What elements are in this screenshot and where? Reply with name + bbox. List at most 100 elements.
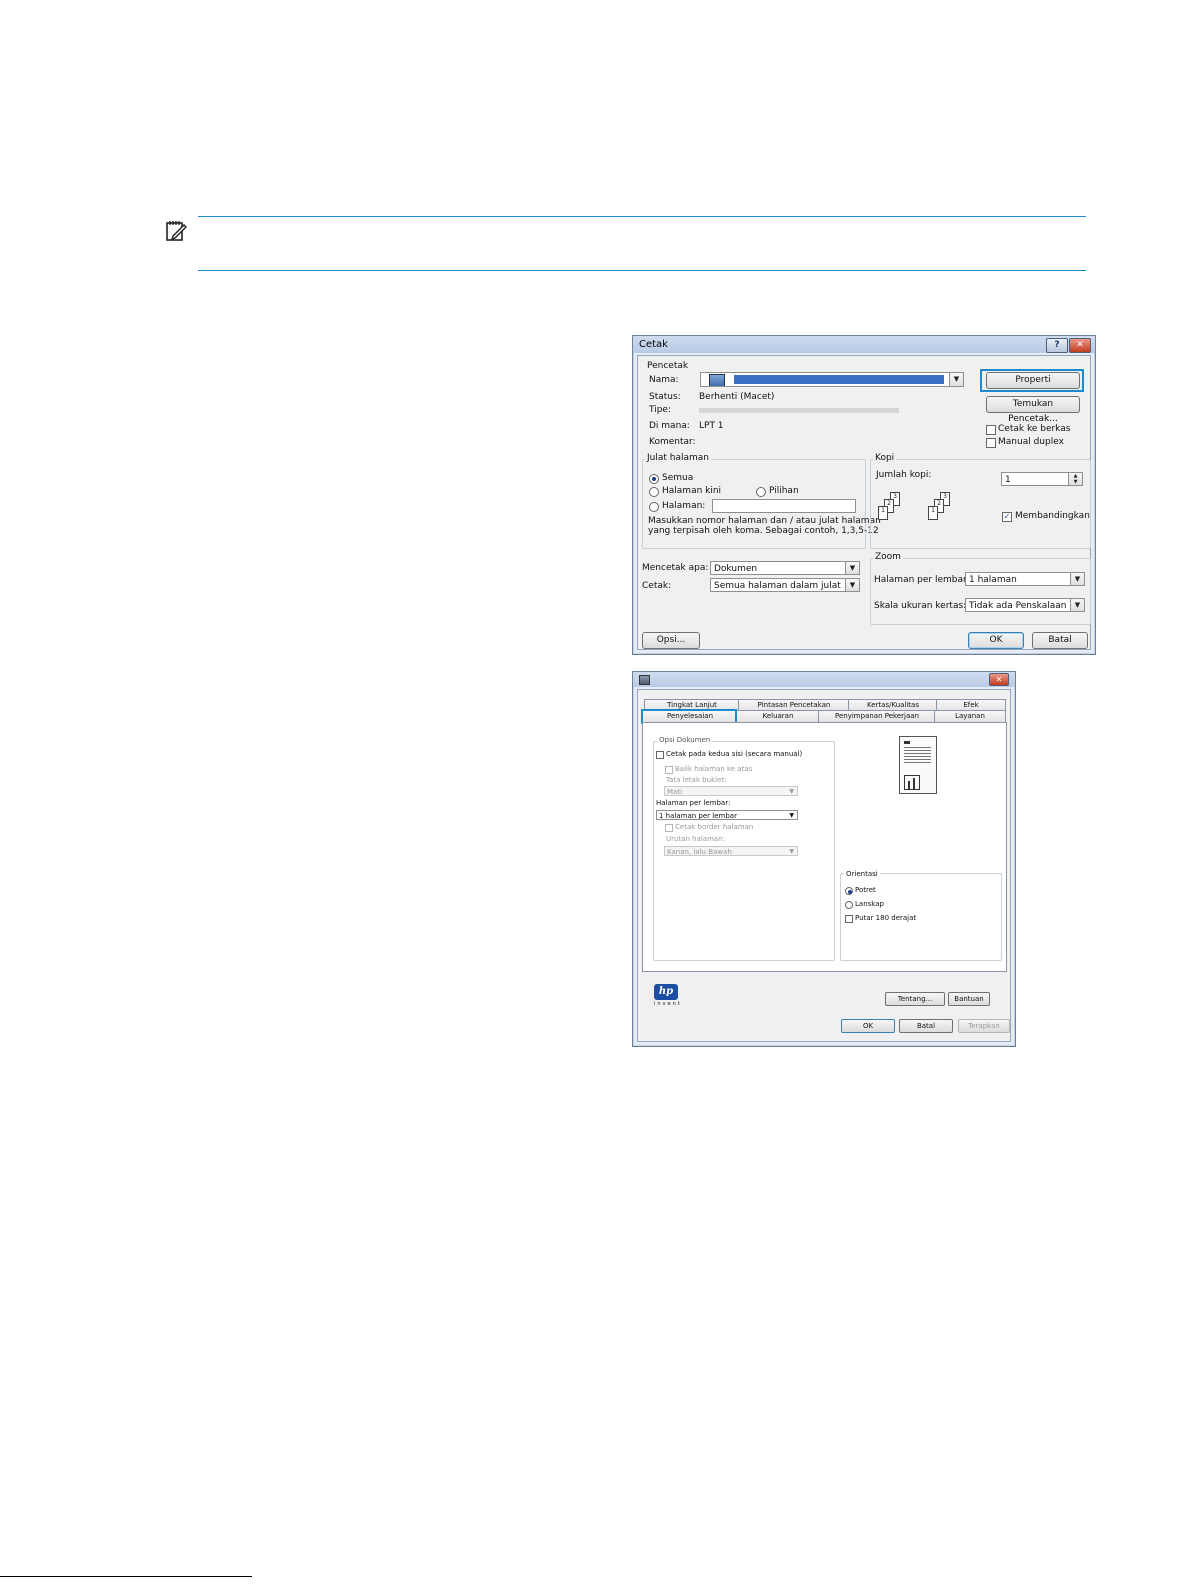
help-icon[interactable]: ? [1046, 338, 1068, 353]
rotate-180-checkbox[interactable] [845, 915, 853, 923]
print-dialog-body: Pencetak Nama: ▼ Properti Status: Berhen… [637, 355, 1091, 650]
pages-per-sheet-select[interactable]: 1 halaman ▼ [965, 572, 1085, 586]
range-selection-radio[interactable] [756, 487, 766, 497]
printer-type-value [699, 408, 899, 413]
spin-arrows-icon[interactable]: ▲ ▼ [1068, 473, 1082, 485]
ok-button[interactable]: OK [968, 632, 1024, 649]
page-borders-label: Cetak border halaman [675, 823, 754, 831]
printer-group-label: Pencetak [647, 361, 689, 371]
print-what-value: Dokumen [714, 564, 758, 574]
print-what-label: Mencetak apa: [642, 563, 709, 573]
range-pages-input[interactable] [712, 499, 856, 513]
about-button[interactable]: Tentang... [885, 992, 945, 1006]
properties-dialog: ✕ Tingkat Lanjut Pintasan Pencetakan Ker… [632, 671, 1016, 1047]
flip-up-checkbox[interactable] [665, 766, 673, 774]
chevron-down-icon[interactable]: ▼ [789, 811, 794, 819]
duplex-manual-label: Cetak pada kedua sisi (secara manual) [666, 750, 803, 758]
chevron-down-icon[interactable]: ▼ [1070, 599, 1084, 611]
range-current-label: Halaman kini [662, 486, 722, 496]
print-select[interactable]: Semua halaman dalam julat ▼ [710, 578, 860, 592]
print-to-file-label: Cetak ke berkas [998, 424, 1071, 434]
page-borders-checkbox[interactable] [665, 824, 673, 832]
page-range-title: Julat halaman [645, 453, 711, 463]
tab-output[interactable]: Keluaran [736, 710, 820, 722]
print-dialog-title: Cetak [639, 339, 668, 350]
range-current-radio[interactable] [649, 487, 659, 497]
range-pages-radio[interactable] [649, 502, 659, 512]
print-dialog: Cetak ? ✕ Pencetak Nama: ▼ Properti Stat… [632, 335, 1096, 655]
print-to-file-checkbox[interactable] [986, 425, 996, 435]
page-order-select[interactable]: Kanan, lalu Bawah ▼ [664, 846, 798, 856]
booklet-layout-label: Tata letak buklet: [666, 776, 727, 784]
duplex-manual-checkbox[interactable] [656, 751, 664, 759]
zoom-title: Zoom [873, 552, 903, 562]
landscape-radio[interactable] [845, 901, 853, 909]
pages-per-sheet-label: Halaman per lembar: [656, 799, 731, 807]
ok-button[interactable]: OK [841, 1019, 895, 1033]
comment-label: Komentar: [649, 437, 696, 447]
booklet-layout-select[interactable]: Mati ▼ [664, 786, 798, 796]
note-icon [166, 221, 187, 241]
tab-job-storage[interactable]: Penyimpanan Pekerjaan [818, 710, 936, 722]
help-button[interactable]: Bantuan [948, 992, 990, 1006]
range-all-radio[interactable] [649, 474, 659, 484]
chevron-down-icon[interactable]: ▼ [789, 847, 794, 855]
chevron-down-icon[interactable]: ▼ [1070, 573, 1084, 585]
range-pages-label: Halaman: [662, 501, 706, 511]
status-label: Status: [649, 392, 681, 402]
page-order-value: Kanan, lalu Bawah [667, 848, 732, 856]
apply-button[interactable]: Terapkan [958, 1019, 1010, 1033]
page-order-label: Urutan halaman: [666, 835, 725, 843]
properties-dialog-body: Tingkat Lanjut Pintasan Pencetakan Kerta… [637, 689, 1011, 1042]
hp-logo-subtext: invent [654, 1001, 682, 1007]
copies-label: Jumlah kopi: [876, 470, 932, 480]
close-icon[interactable]: ✕ [1069, 338, 1091, 353]
booklet-layout-value: Mati [667, 788, 683, 796]
collate-label: Membandingkan [1015, 511, 1090, 521]
collate-page-1-front: 1 [878, 506, 888, 520]
name-label: Nama: [649, 375, 679, 385]
print-value: Semua halaman dalam julat [714, 581, 841, 591]
pages-per-sheet-select[interactable]: 1 halaman per lembar ▼ [656, 810, 798, 820]
collate-checkbox[interactable]: ✓ [1002, 512, 1012, 522]
tab-services[interactable]: Layanan [934, 710, 1006, 722]
collate-page-1b-front: 1 [928, 506, 938, 520]
options-button[interactable]: Opsi... [642, 632, 700, 649]
document-options-title: Opsi Dokumen [657, 736, 713, 744]
printer-name-select[interactable]: ▼ [700, 372, 964, 387]
location-value: LPT 1 [699, 421, 724, 431]
close-icon[interactable]: ✕ [989, 673, 1009, 686]
page-preview [899, 736, 937, 794]
chevron-down-icon[interactable]: ▼ [845, 562, 859, 574]
pages-per-sheet-value: 1 halaman per lembar [659, 812, 737, 820]
pages-per-sheet-value: 1 halaman [969, 575, 1017, 585]
range-selection-label: Pilihan [769, 486, 799, 496]
portrait-label: Potret [855, 886, 876, 894]
find-printer-button[interactable]: Temukan Pencetak... [986, 396, 1080, 424]
footer-rule [0, 1576, 252, 1577]
portrait-radio[interactable] [845, 887, 853, 895]
range-hint-line-1: Masukkan nomor halaman dan / atau julat … [648, 516, 881, 526]
note-top-rule [198, 216, 1086, 217]
hp-logo: hp [654, 984, 678, 1000]
status-value: Berhenti (Macet) [699, 392, 775, 402]
cancel-button[interactable]: Batal [1032, 632, 1088, 649]
rotate-180-label: Putar 180 derajat [855, 914, 917, 922]
zoom-group [870, 558, 1091, 625]
properties-dialog-titlebar: ✕ [633, 672, 1015, 687]
print-what-select[interactable]: Dokumen ▼ [710, 561, 860, 575]
chevron-down-icon[interactable]: ▼ [789, 787, 794, 795]
properties-button[interactable]: Properti [986, 372, 1080, 389]
chevron-down-icon[interactable]: ▼ [845, 579, 859, 591]
print-label: Cetak: [642, 581, 672, 591]
manual-duplex-checkbox[interactable] [986, 438, 996, 448]
cancel-button[interactable]: Batal [899, 1019, 953, 1033]
print-dialog-titlebar: Cetak ? ✕ [633, 336, 1095, 353]
manual-duplex-label: Manual duplex [998, 437, 1064, 447]
copies-stepper[interactable]: 1 ▲ ▼ [1001, 472, 1083, 486]
type-label: Tipe: [649, 405, 672, 415]
location-label: Di mana: [649, 421, 690, 431]
range-hint-line-2: yang terpisah oleh koma. Sebagai contoh,… [648, 526, 879, 536]
chevron-down-icon[interactable]: ▼ [949, 373, 963, 386]
scale-select[interactable]: Tidak ada Penskalaan ▼ [965, 598, 1085, 612]
